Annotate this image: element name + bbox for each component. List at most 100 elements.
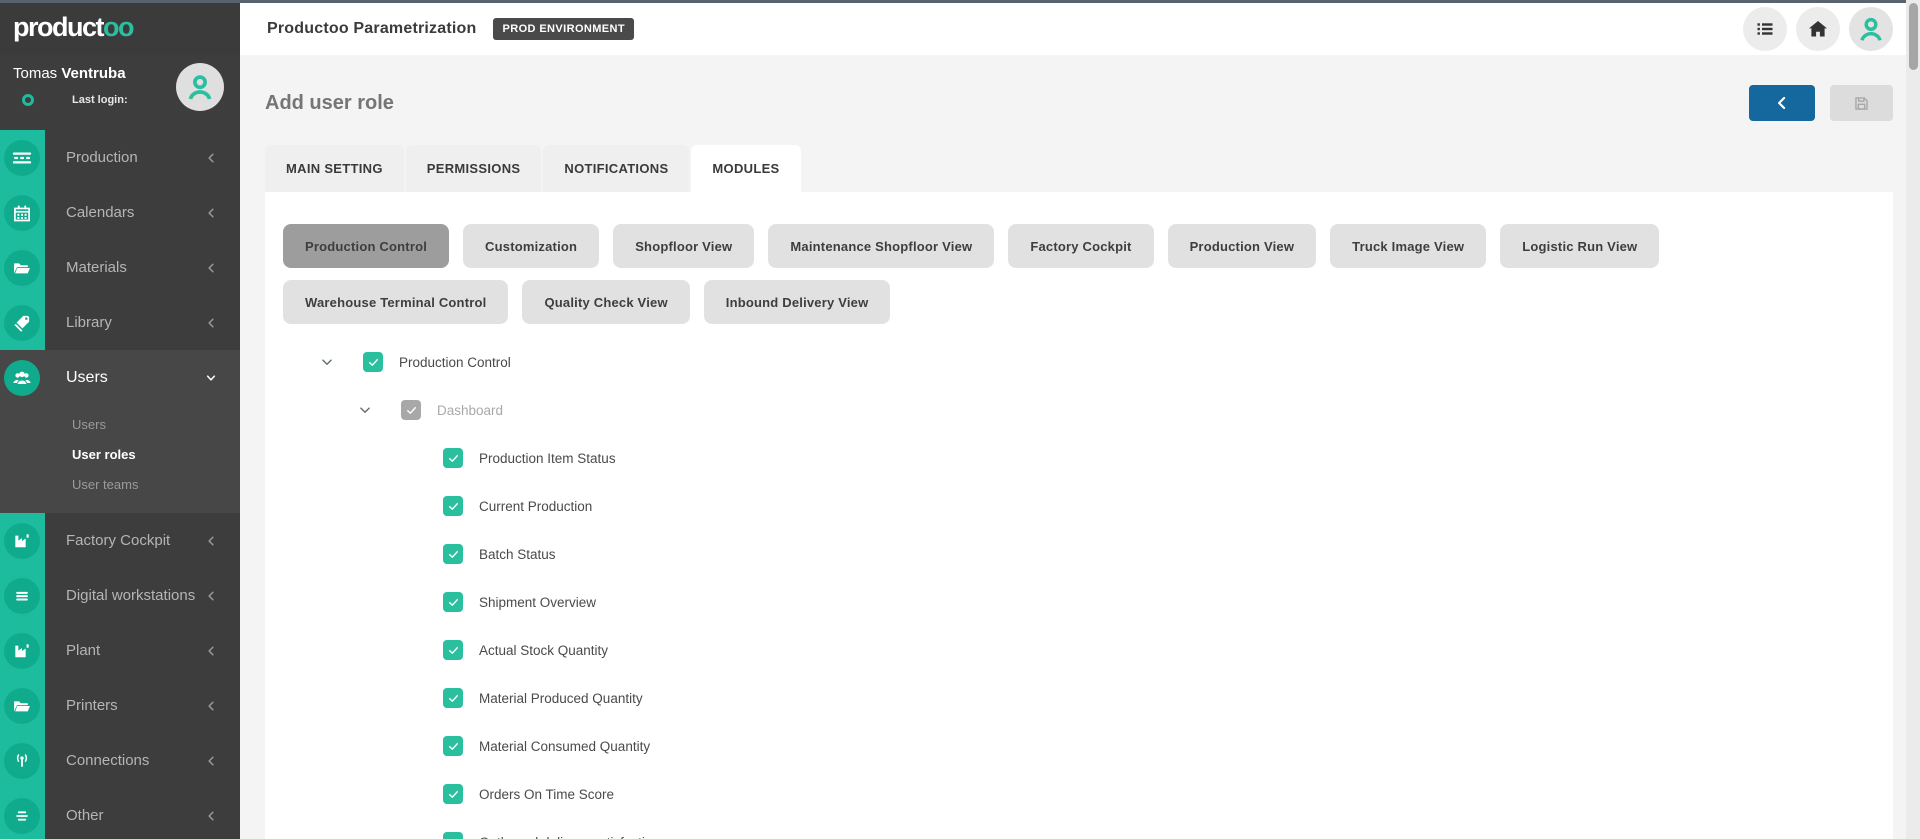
checkbox-dashboard [401,400,421,420]
conveyor-icon [4,140,40,176]
tab-permissions[interactable]: PERMISSIONS [406,145,542,192]
user-avatar-button[interactable] [1849,7,1893,51]
tree-label: Dashboard [437,403,503,418]
factory-icon [4,633,40,669]
permissions-tree: Production Control Dashboard Production … [283,338,1875,839]
check-icon [447,836,460,839]
module-warehouse-terminal-control[interactable]: Warehouse Terminal Control [283,280,508,324]
chevron-left-icon [202,697,220,715]
tree-label: Batch Status [479,547,556,562]
sidebar-item-connections[interactable]: Connections [0,733,240,788]
chevron-left-icon [1772,93,1792,113]
module-truck-image-view[interactable]: Truck Image View [1330,224,1486,268]
checkbox-outbound-delivery-satisfaction-score[interactable] [443,832,463,839]
list-menu-button[interactable] [1743,7,1787,51]
module-factory-cockpit[interactable]: Factory Cockpit [1008,224,1153,268]
module-production-view[interactable]: Production View [1168,224,1317,268]
sidebar-item-printers[interactable]: Printers [0,678,240,733]
sidebar: productoo Tomas Ventruba Last login: Pro… [0,0,240,839]
vertical-scrollbar [1906,0,1920,839]
sidebar-item-digital-workstations[interactable]: Digital workstations [0,568,240,623]
logo-oo: oo [103,12,133,42]
submenu-item-user-roles[interactable]: User roles [72,439,240,469]
checkbox-shipment-overview[interactable] [443,592,463,612]
sidebar-item-label: Production [66,149,138,166]
sidebar-item-users[interactable]: Users [0,350,240,405]
page-content: Add user role MAIN SETTING PERMISSIONS N… [240,55,1920,839]
module-maintenance-shopfloor-view[interactable]: Maintenance Shopfloor View [768,224,994,268]
sidebar-nav: Production Calendars Materials Library [0,130,240,839]
module-customization[interactable]: Customization [463,224,599,268]
submenu-item-user-teams[interactable]: User teams [72,469,240,499]
productoo-logo[interactable]: productoo [13,12,133,43]
checkbox-orders-on-time-score[interactable] [443,784,463,804]
sidebar-item-production[interactable]: Production [0,130,240,185]
folder-open-icon [4,250,40,286]
tab-notifications[interactable]: NOTIFICATIONS [543,145,689,192]
chevron-down-icon[interactable] [356,401,374,419]
back-button[interactable] [1749,85,1815,121]
check-icon [447,644,460,657]
sidebar-item-label: Calendars [66,204,134,221]
tree-row-batch-status: Batch Status [283,530,1875,578]
checkbox-current-production[interactable] [443,496,463,516]
tree-label: Production Control [399,355,511,370]
tree-label: Material Produced Quantity [479,691,643,706]
chevron-left-icon [202,149,220,167]
factory-icon [4,523,40,559]
sidebar-item-other[interactable]: Other [0,788,240,839]
module-logistic-run-view[interactable]: Logistic Run View [1500,224,1659,268]
person-icon [1855,13,1887,45]
tree-row-shipment-overview: Shipment Overview [283,578,1875,626]
logo-text: product [13,12,103,42]
checkbox-batch-status[interactable] [443,544,463,564]
sidebar-item-calendars[interactable]: Calendars [0,185,240,240]
sidebar-avatar[interactable] [176,63,224,111]
calendar-icon [4,195,40,231]
chevron-left-icon [202,587,220,605]
checkbox-material-produced-quantity[interactable] [443,688,463,708]
checkbox-production-item-status[interactable] [443,448,463,468]
home-button[interactable] [1796,7,1840,51]
check-icon [447,452,460,465]
page-title: Add user role [265,92,394,115]
antenna-icon [4,743,40,779]
tab-modules[interactable]: MODULES [691,145,800,192]
module-quality-check-view[interactable]: Quality Check View [522,280,689,324]
tree-label: Production Item Status [479,451,616,466]
tree-label: Actual Stock Quantity [479,643,608,658]
tab-main-setting[interactable]: MAIN SETTING [265,145,404,192]
person-icon [183,70,217,104]
last-login-label: Last login: [72,94,128,106]
check-icon [447,548,460,561]
module-shopfloor-view[interactable]: Shopfloor View [613,224,754,268]
checkbox-actual-stock-quantity[interactable] [443,640,463,660]
chevron-down-icon[interactable] [318,353,336,371]
scrollbar-thumb[interactable] [1909,3,1918,70]
chevron-left-icon [202,532,220,550]
sidebar-item-label: Connections [66,752,149,769]
checkbox-material-consumed-quantity[interactable] [443,736,463,756]
sidebar-group-users: Users Users User roles User teams [0,350,240,513]
sidebar-item-plant[interactable]: Plant [0,623,240,678]
sidebar-item-library[interactable]: Library [0,295,240,350]
online-status-dot [22,94,34,106]
module-inbound-delivery-view[interactable]: Inbound Delivery View [704,280,891,324]
check-icon [447,740,460,753]
chevron-left-icon [202,314,220,332]
chevron-left-icon [202,259,220,277]
save-button[interactable] [1830,85,1893,121]
sidebar-item-label: Plant [66,642,100,659]
sidebar-item-materials[interactable]: Materials [0,240,240,295]
module-production-control[interactable]: Production Control [283,224,449,268]
users-submenu: Users User roles User teams [0,405,240,513]
app-root: productoo Tomas Ventruba Last login: Pro… [0,0,1920,839]
checkbox-production-control[interactable] [363,352,383,372]
submenu-item-users[interactable]: Users [72,409,240,439]
check-icon [367,356,380,369]
tree-row-production-control: Production Control [283,338,1875,386]
sidebar-item-factory-cockpit[interactable]: Factory Cockpit [0,513,240,568]
tree-row-material-produced-quantity: Material Produced Quantity [283,674,1875,722]
tree-row-dashboard: Dashboard [283,386,1875,434]
sidebar-user-area: Tomas Ventruba Last login: [0,55,240,130]
